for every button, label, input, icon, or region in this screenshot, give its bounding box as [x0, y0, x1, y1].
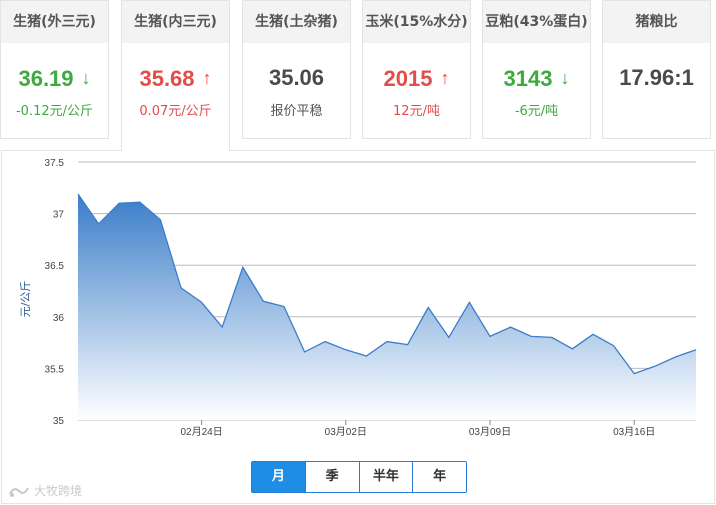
data-point[interactable] — [591, 332, 595, 336]
watermark: 大牧跨境 — [8, 482, 82, 499]
price-trend-chart: 35 35.5 36 36.5 37 37.5 02月24日 03月02日 03月09日 03月1… — [1, 150, 715, 504]
data-point[interactable] — [117, 201, 121, 205]
arrow-down-icon: ↓ — [560, 68, 570, 88]
data-point[interactable] — [426, 306, 430, 310]
card-value-row: 35.06 — [243, 63, 350, 93]
y-tick-label: 37 — [53, 210, 65, 221]
card-value: 36.19 — [18, 66, 74, 91]
y-tick-label: 36.5 — [45, 261, 65, 272]
card-title: 猪粮比 — [603, 1, 710, 43]
data-point[interactable] — [653, 364, 657, 368]
data-point[interactable] — [97, 222, 101, 226]
price-area-fill — [78, 194, 696, 420]
card-value-row: 17.96:1 — [603, 63, 710, 93]
data-point[interactable] — [509, 325, 513, 329]
card-title: 生猪(土杂猪) — [243, 1, 350, 43]
card-title: 生猪(内三元) — [122, 1, 229, 43]
card-change: -0.12元/公斤 — [15, 104, 94, 119]
card-change: -6元/吨 — [514, 104, 559, 119]
y-tick-label: 37.5 — [45, 158, 65, 169]
data-point[interactable] — [261, 299, 265, 303]
y-axis-label: 元/公斤 — [19, 281, 32, 318]
data-point[interactable] — [158, 218, 162, 222]
card-title: 玉米(15%水分) — [363, 1, 470, 43]
watermark-logo-icon — [9, 487, 29, 497]
card-value-row: 36.19 ↓ — [1, 63, 108, 93]
data-point[interactable] — [241, 265, 245, 269]
price-card-row: 生猪(外三元) 36.19 ↓ -0.12元/公斤 生猪(内三元) 35.68 ↑ 0.07元… — [0, 0, 716, 151]
data-point[interactable] — [323, 340, 327, 344]
data-point[interactable] — [467, 300, 471, 304]
period-button[interactable]: 年 — [413, 462, 466, 492]
card-value: 17.96:1 — [619, 65, 694, 90]
data-point[interactable] — [385, 340, 389, 344]
x-tick-label: 03月16日 — [613, 426, 655, 438]
card-title: 生猪(外三元) — [1, 1, 108, 43]
period-button[interactable]: 季 — [306, 462, 360, 492]
price-card-pig-local[interactable]: 生猪(土杂猪) 35.06 报价平稳 — [242, 0, 351, 139]
arrow-up-icon: ↑ — [440, 68, 450, 88]
data-point[interactable] — [200, 300, 204, 304]
data-point[interactable] — [303, 350, 307, 354]
card-value: 3143 — [503, 66, 553, 91]
period-button[interactable]: 半年 — [360, 462, 414, 492]
price-card-soymeal[interactable]: 豆粕(43%蛋白) 3143 ↓ -6元/吨 — [482, 0, 591, 139]
y-tick-label: 35 — [53, 416, 65, 427]
card-title: 豆粕(43%蛋白) — [483, 1, 590, 43]
card-value-row: 35.68 ↑ — [122, 63, 229, 93]
price-card-ratio[interactable]: 猪粮比 17.96:1 — [602, 0, 711, 139]
y-tick-label: 36 — [53, 313, 65, 324]
card-change: 报价平稳 — [270, 104, 323, 119]
card-change: 0.07元/公斤 — [139, 104, 212, 119]
data-point[interactable] — [138, 200, 142, 204]
x-tick-label: 03月09日 — [469, 426, 511, 438]
data-point[interactable] — [406, 343, 410, 347]
card-value: 2015 — [383, 66, 433, 91]
data-point[interactable] — [612, 344, 616, 348]
period-button[interactable]: 月 — [252, 462, 306, 492]
data-point[interactable] — [570, 347, 574, 351]
data-point[interactable] — [447, 335, 451, 339]
price-card-corn[interactable]: 玉米(15%水分) 2015 ↑ 12元/吨 — [362, 0, 471, 139]
card-value: 35.68 — [139, 66, 195, 91]
watermark-text: 大牧跨境 — [34, 484, 83, 498]
card-change: 12元/吨 — [393, 104, 440, 119]
x-tick-label: 02月24日 — [180, 426, 222, 438]
data-point[interactable] — [179, 286, 183, 290]
price-card-pig-inner[interactable]: 生猪(内三元) 35.68 ↑ 0.07元/公斤 — [121, 0, 230, 151]
period-selector: 月季半年年 — [251, 461, 467, 493]
card-value-row: 2015 ↑ — [363, 63, 470, 93]
data-point[interactable] — [632, 372, 636, 376]
data-point[interactable] — [529, 334, 533, 338]
data-point[interactable] — [344, 348, 348, 352]
data-point[interactable] — [364, 354, 368, 358]
card-value-row: 3143 ↓ — [483, 63, 590, 93]
data-point[interactable] — [220, 325, 224, 329]
x-tick-label: 03月02日 — [325, 426, 367, 438]
chart-canvas: 35 35.5 36 36.5 37 37.5 02月24日 03月02日 03月09日 03月1… — [19, 158, 698, 438]
data-point[interactable] — [282, 305, 286, 309]
price-card-pig-outer[interactable]: 生猪(外三元) 36.19 ↓ -0.12元/公斤 — [0, 0, 109, 139]
y-tick-label: 35.5 — [45, 364, 65, 375]
data-point[interactable] — [76, 192, 80, 196]
card-value: 35.06 — [268, 65, 325, 90]
arrow-up-icon: ↑ — [202, 68, 212, 88]
data-point[interactable] — [488, 334, 492, 338]
data-point[interactable] — [673, 355, 677, 359]
data-point[interactable] — [694, 348, 698, 352]
arrow-down-icon: ↓ — [81, 68, 91, 88]
data-point[interactable] — [550, 335, 554, 339]
